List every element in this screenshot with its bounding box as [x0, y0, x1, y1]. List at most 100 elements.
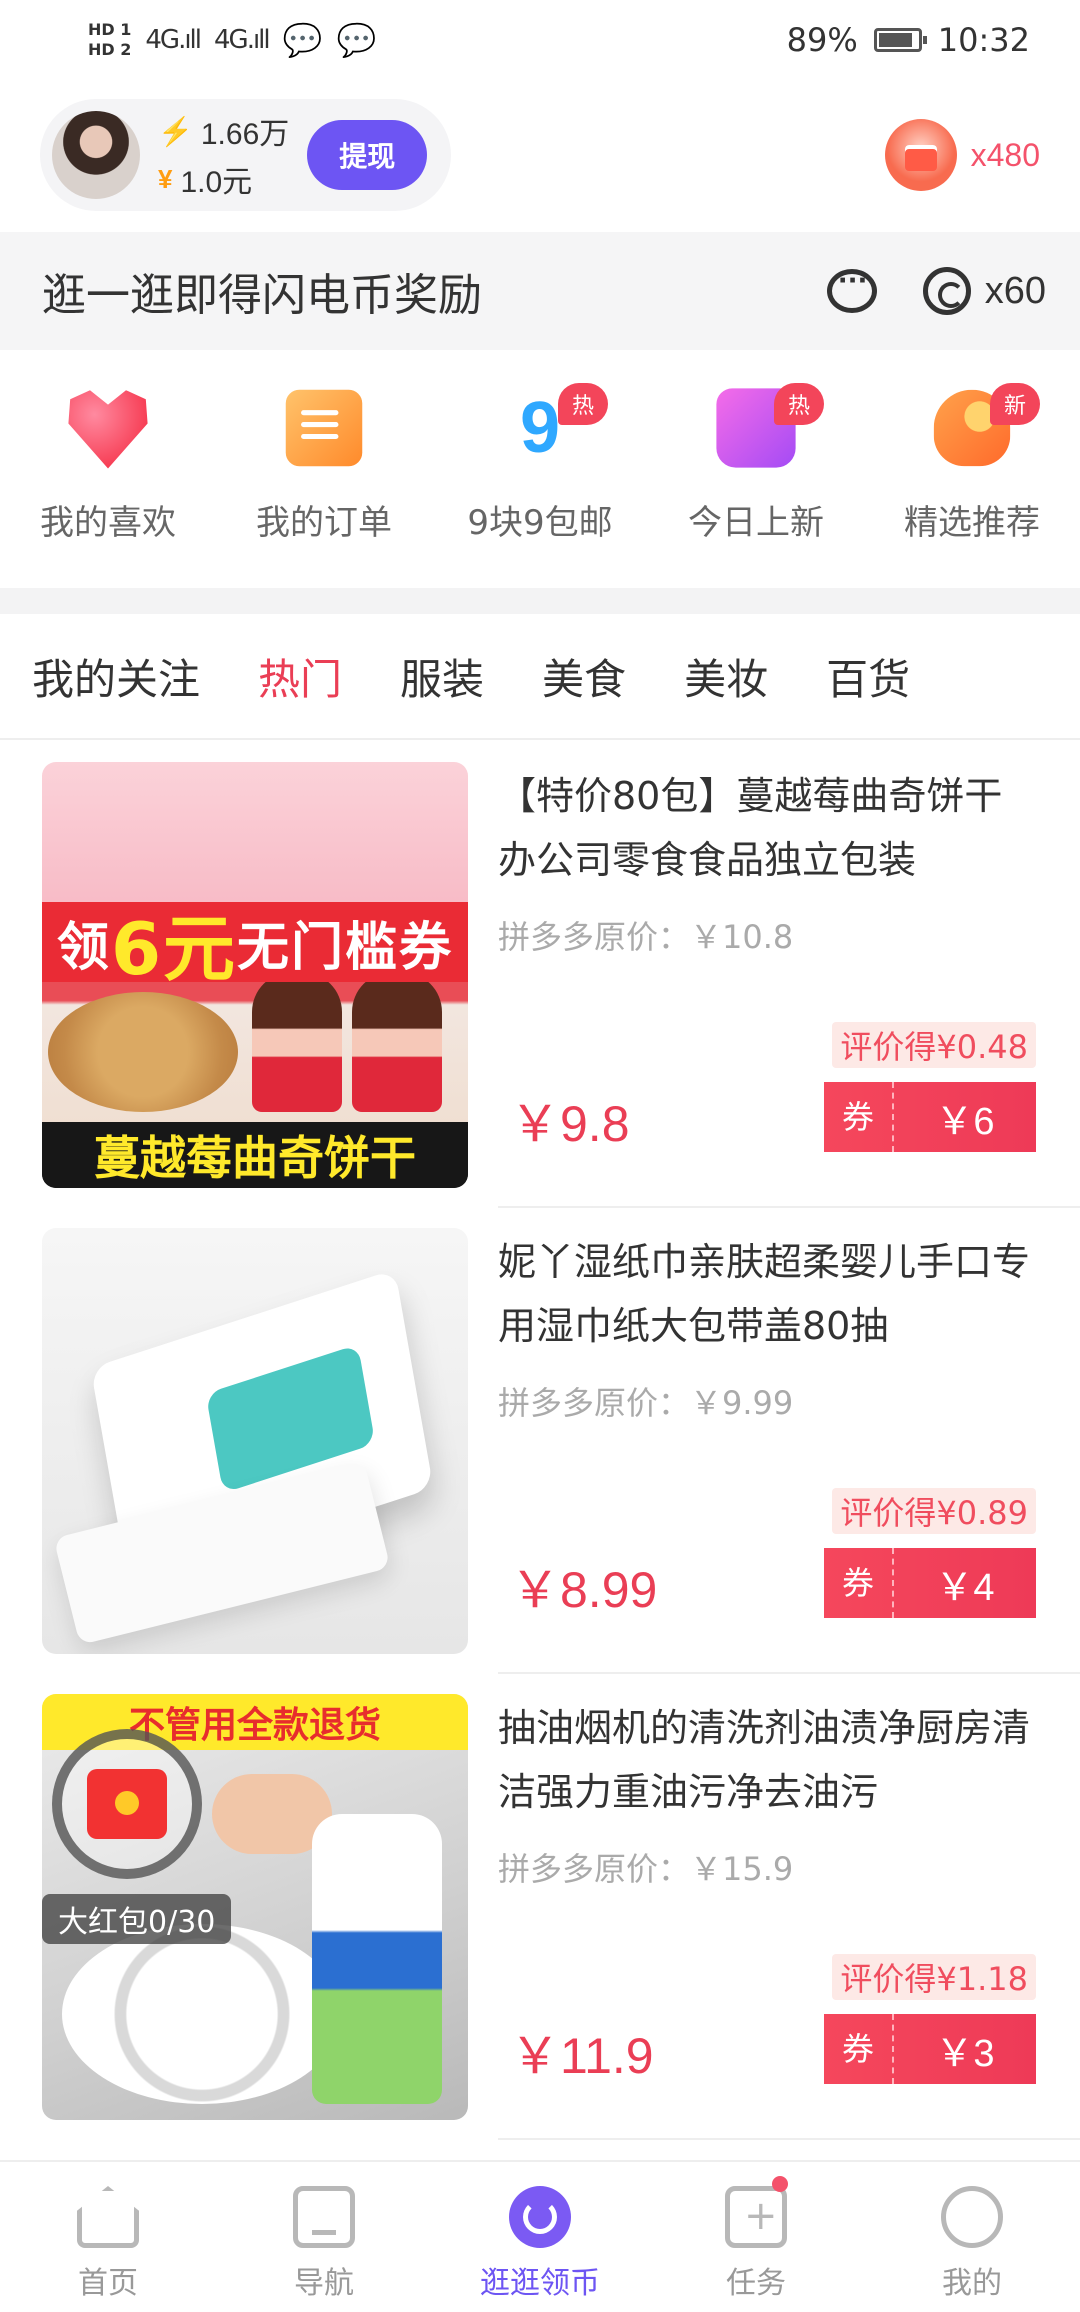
chat-icon[interactable] — [826, 266, 877, 313]
reward-banner: 逛一逛即得闪电币奖励 x60 — [0, 232, 1080, 350]
nav-mine[interactable]: 我的 — [864, 2162, 1080, 2312]
banner-text: 逛一逛即得闪电币奖励 — [42, 270, 482, 321]
app-screen: HD 1 HD 2 4G.ıll 4G.ıll 💬 💬 89% 10:32 ⚡ … — [0, 0, 1080, 2312]
nav-label: 逛逛领币 — [480, 2266, 600, 2301]
tab-beauty[interactable]: 美妆 — [684, 646, 768, 707]
user-balance-pill[interactable]: ⚡ 1.66万 ¥ 1.0元 提现 — [40, 99, 452, 211]
product-image[interactable]: 不管用全款退货 大红包0/30 — [42, 1694, 468, 2120]
status-left: HD 1 HD 2 4G.ıll 4G.ıll 💬 💬 — [88, 20, 376, 60]
tab-clothing[interactable]: 服装 — [400, 646, 484, 707]
yen-icon: ¥ — [158, 163, 173, 194]
nav-stroll-coin[interactable]: 逛逛领币 — [432, 2162, 648, 2312]
review-reward: 评价得¥1.18 — [832, 1954, 1036, 2000]
coupon-button[interactable]: 券 ￥4 — [824, 1548, 1036, 1618]
balances: ⚡ 1.66万 ¥ 1.0元 — [158, 109, 289, 201]
coupon-label: 券 — [824, 2014, 894, 2084]
withdraw-button[interactable]: 提现 — [307, 120, 428, 190]
battery-percent: 89% — [786, 21, 858, 59]
hd-indicator: HD 1 HD 2 — [88, 20, 131, 60]
quick-item-label: 精选推荐 — [904, 503, 1040, 543]
cleaner-bottle-graphic — [312, 1814, 442, 2104]
section-divider — [0, 588, 1080, 614]
lightning-icon: ⚡ — [158, 115, 193, 147]
status-bar: HD 1 HD 2 4G.ıll 4G.ıll 💬 💬 89% 10:32 — [0, 0, 1080, 80]
wechat-2-icon: 💬 — [336, 21, 377, 59]
coupon-button[interactable]: 券 ￥6 — [824, 1082, 1036, 1152]
quick-item-label: 我的订单 — [256, 503, 392, 543]
quick-item-orders[interactable]: 我的订单 — [216, 355, 432, 585]
product-card[interactable]: 领 6元 无门槛券 蔓越莓曲奇饼干 【特价80包】蔓越莓曲奇饼干办公司零食食品独… — [0, 742, 1080, 1208]
bottom-nav: 首页 导航 逛逛领币 任务 我的 — [0, 2160, 1080, 2312]
original-price: 拼多多原价：￥15.9 — [498, 1850, 794, 1888]
redpacket-progress-label: 大红包0/30 — [42, 1894, 232, 1944]
profile-icon — [941, 2186, 1003, 2248]
hd2-text: HD 2 — [88, 40, 132, 59]
guide-icon — [293, 2186, 355, 2248]
nav-label: 导航 — [294, 2266, 354, 2301]
clock: 10:32 — [937, 21, 1030, 59]
tab-following[interactable]: 我的关注 — [32, 646, 200, 707]
quick-item-favorites[interactable]: 我的喜欢 — [0, 355, 216, 585]
coupon-value: ￥3 — [935, 2032, 995, 2075]
hot-badge: 热 — [558, 383, 608, 425]
tab-hot[interactable]: 热门 — [258, 646, 342, 707]
package-graphic — [352, 972, 442, 1112]
coupon-button[interactable]: 券 ￥3 — [824, 2014, 1036, 2084]
timer-count: x60 — [984, 269, 1046, 312]
hd1-text: HD 1 — [88, 20, 132, 39]
new-badge: 新 — [990, 383, 1040, 425]
quick-item-label: 今日上新 — [688, 503, 824, 543]
review-reward: 评价得¥0.89 — [832, 1488, 1036, 1534]
original-price: 拼多多原价：￥9.99 — [498, 1384, 794, 1422]
nav-label: 我的 — [942, 2266, 1002, 2301]
product-price: ￥9.8 — [510, 1096, 630, 1152]
cash-balance: 1.0元 — [180, 166, 253, 199]
band-text-post: 无门槛券 — [237, 917, 454, 978]
coin-balance: 1.66万 — [200, 118, 290, 151]
redpacket-counter[interactable]: x480 — [884, 119, 1040, 191]
nav-home[interactable]: 首页 — [0, 2162, 216, 2312]
quick-item-new-today[interactable]: 热 今日上新 — [648, 355, 864, 585]
product-price: ￥11.9 — [510, 2028, 654, 2084]
nav-label: 首页 — [78, 2266, 138, 2301]
redpacket-progress-icon[interactable] — [52, 1729, 202, 1879]
image-footer-text: 蔓越莓曲奇饼干 — [42, 1122, 468, 1188]
nav-guide[interactable]: 导航 — [216, 2162, 432, 2312]
product-title[interactable]: 妮丫湿纸巾亲肤超柔婴儿手口专用湿巾纸大包带盖80抽 — [498, 1230, 1038, 1358]
product-card[interactable]: 不管用全款退货 大红包0/30 抽油烟机的清洗剂油渍净厨房清洁强力重油污净去油污… — [0, 1674, 1080, 2140]
product-price: ￥8.99 — [510, 1562, 658, 1618]
product-title[interactable]: 抽油烟机的清洗剂油渍净厨房清洁强力重油污净去油污 — [498, 1696, 1038, 1824]
quick-item-nine-nine[interactable]: 9 热 9块9包邮 — [432, 355, 648, 585]
tab-food[interactable]: 美食 — [542, 646, 626, 707]
nav-task[interactable]: 任务 — [648, 2162, 864, 2312]
redpacket-count: x480 — [970, 136, 1040, 173]
quick-item-label: 我的喜欢 — [40, 503, 176, 543]
category-tabs: 我的关注 热门 服装 美食 美妆 百货 — [0, 614, 1080, 740]
cash-balance-row: ¥ 1.0元 — [158, 157, 289, 201]
nav-label: 任务 — [726, 2266, 786, 2301]
hot-badge: 热 — [774, 383, 824, 425]
avatar[interactable] — [52, 111, 140, 199]
product-image[interactable] — [42, 1228, 468, 1654]
band-text-pre: 领 — [56, 917, 111, 978]
coupon-value: ￥6 — [935, 1100, 995, 1143]
original-price: 拼多多原价：￥10.8 — [498, 918, 794, 956]
stove-graphic — [62, 1924, 342, 2104]
package-graphic — [252, 972, 342, 1112]
quick-item-recommend[interactable]: 新 精选推荐 — [864, 355, 1080, 585]
product-separator — [498, 2138, 1080, 2140]
coupon-label: 券 — [824, 1548, 894, 1618]
header: ⚡ 1.66万 ¥ 1.0元 提现 x480 — [0, 80, 1080, 230]
order-icon — [285, 389, 363, 467]
product-title[interactable]: 【特价80包】蔓越莓曲奇饼干办公司零食食品独立包装 — [498, 764, 1038, 892]
home-icon — [77, 2186, 139, 2248]
quick-menu: 我的喜欢 我的订单 9 热 9块9包邮 热 今日上新 新 精选推荐 — [0, 355, 1080, 585]
timer: x60 — [922, 267, 1046, 315]
product-card[interactable]: 妮丫湿纸巾亲肤超柔婴儿手口专用湿巾纸大包带盖80抽 拼多多原价：￥9.99 评价… — [0, 1208, 1080, 1674]
product-image[interactable]: 领 6元 无门槛券 蔓越莓曲奇饼干 — [42, 762, 468, 1188]
cookies-graphic — [48, 992, 238, 1112]
heart-icon — [68, 390, 148, 469]
notification-dot — [772, 2176, 788, 2192]
battery-icon — [873, 28, 927, 52]
tab-general[interactable]: 百货 — [826, 646, 910, 707]
